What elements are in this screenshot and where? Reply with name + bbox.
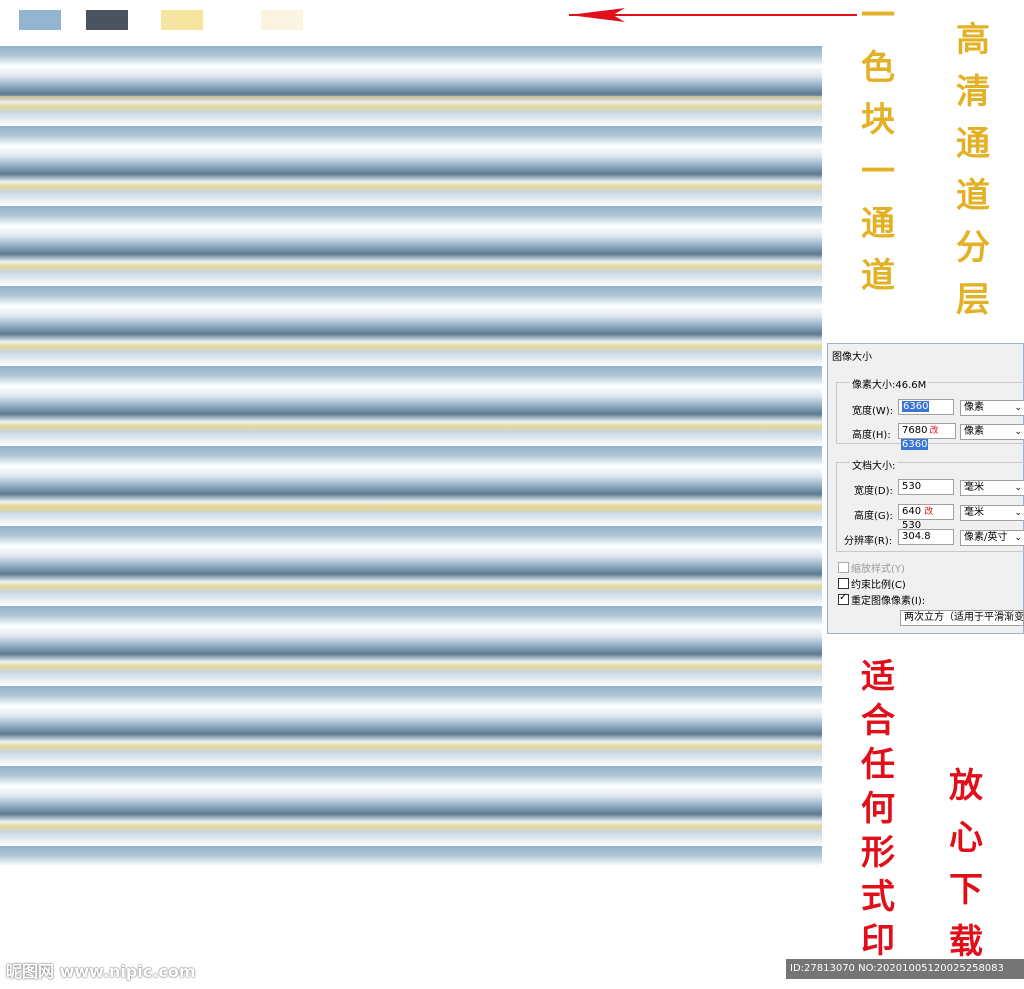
doc-width-label: 宽度(D): [854,486,893,497]
doc-height-label: 高度(G): [854,511,893,522]
width-unit-select[interactable]: 像素 ⌄ [960,400,1024,416]
color-swatch-light-blue [19,10,61,30]
color-swatch-yellow [161,10,203,30]
document-size-label: 文档大小: [850,457,898,472]
marble-gold-veins [0,46,822,868]
width-input[interactable]: 6360 [898,399,954,415]
checkbox-box [838,592,849,605]
doc-height-input[interactable]: 640 改 530 [898,504,954,531]
resample-method-select[interactable]: 两次立方（适用于平滑渐变 [900,610,1024,626]
annotation-suitable-any-print: 适合任何形式印 [861,657,895,961]
resolution-input[interactable]: 304.8 [898,529,954,545]
doc-width-input[interactable]: 530 [898,479,954,495]
annotation-download-with-confidence: 放心下载 [949,766,983,962]
chevron-down-icon: ⌄ [1014,483,1022,493]
color-swatch-slate [86,10,128,30]
chevron-down-icon: ⌄ [1014,533,1022,543]
chevron-down-icon: ⌄ [1014,403,1022,413]
annotation-hd-channel-layers: 高清通道分层 [956,20,990,320]
height-label: 高度(H): [852,430,891,441]
image-id-bar: ID:27813070 NO:20201005120025258083 [786,959,1024,979]
arrow-left-icon [569,8,857,22]
scale-styles-checkbox[interactable]: 缩放样式(Y) [838,560,905,575]
height-input[interactable]: 7680 改6360 [898,423,956,450]
doc-width-unit-select[interactable]: 毫米 ⌄ [960,480,1024,496]
pixel-dimensions-label: 像素大小:46.6M [850,376,929,391]
chevron-down-icon: ⌄ [1014,508,1022,518]
doc-height-unit-select[interactable]: 毫米 ⌄ [960,505,1024,521]
image-size-dialog: 图像大小 像素大小:46.6M 宽度(W): 6360 像素 ⌄ 高度(H): 7… [827,343,1024,634]
dialog-title: 图像大小 [832,352,872,363]
annotation-one-color-one-channel: 一色块一通道 [861,0,895,296]
width-label: 宽度(W): [852,406,894,417]
color-swatch-cream [261,10,303,30]
checkbox-box [838,562,849,573]
constrain-proportions-checkbox[interactable]: 约束比例(C) [838,576,906,591]
chevron-down-icon: ⌄ [1014,427,1022,437]
resolution-label: 分辨率(R): [844,536,893,547]
resolution-unit-select[interactable]: 像素/英寸 ⌄ [960,530,1024,546]
site-watermark: 昵图网 www.nipic.com [6,962,196,981]
height-unit-select[interactable]: 像素 ⌄ [960,424,1024,440]
checkbox-box [838,578,849,589]
resample-image-checkbox[interactable]: 重定图像像素(I): [838,592,925,607]
